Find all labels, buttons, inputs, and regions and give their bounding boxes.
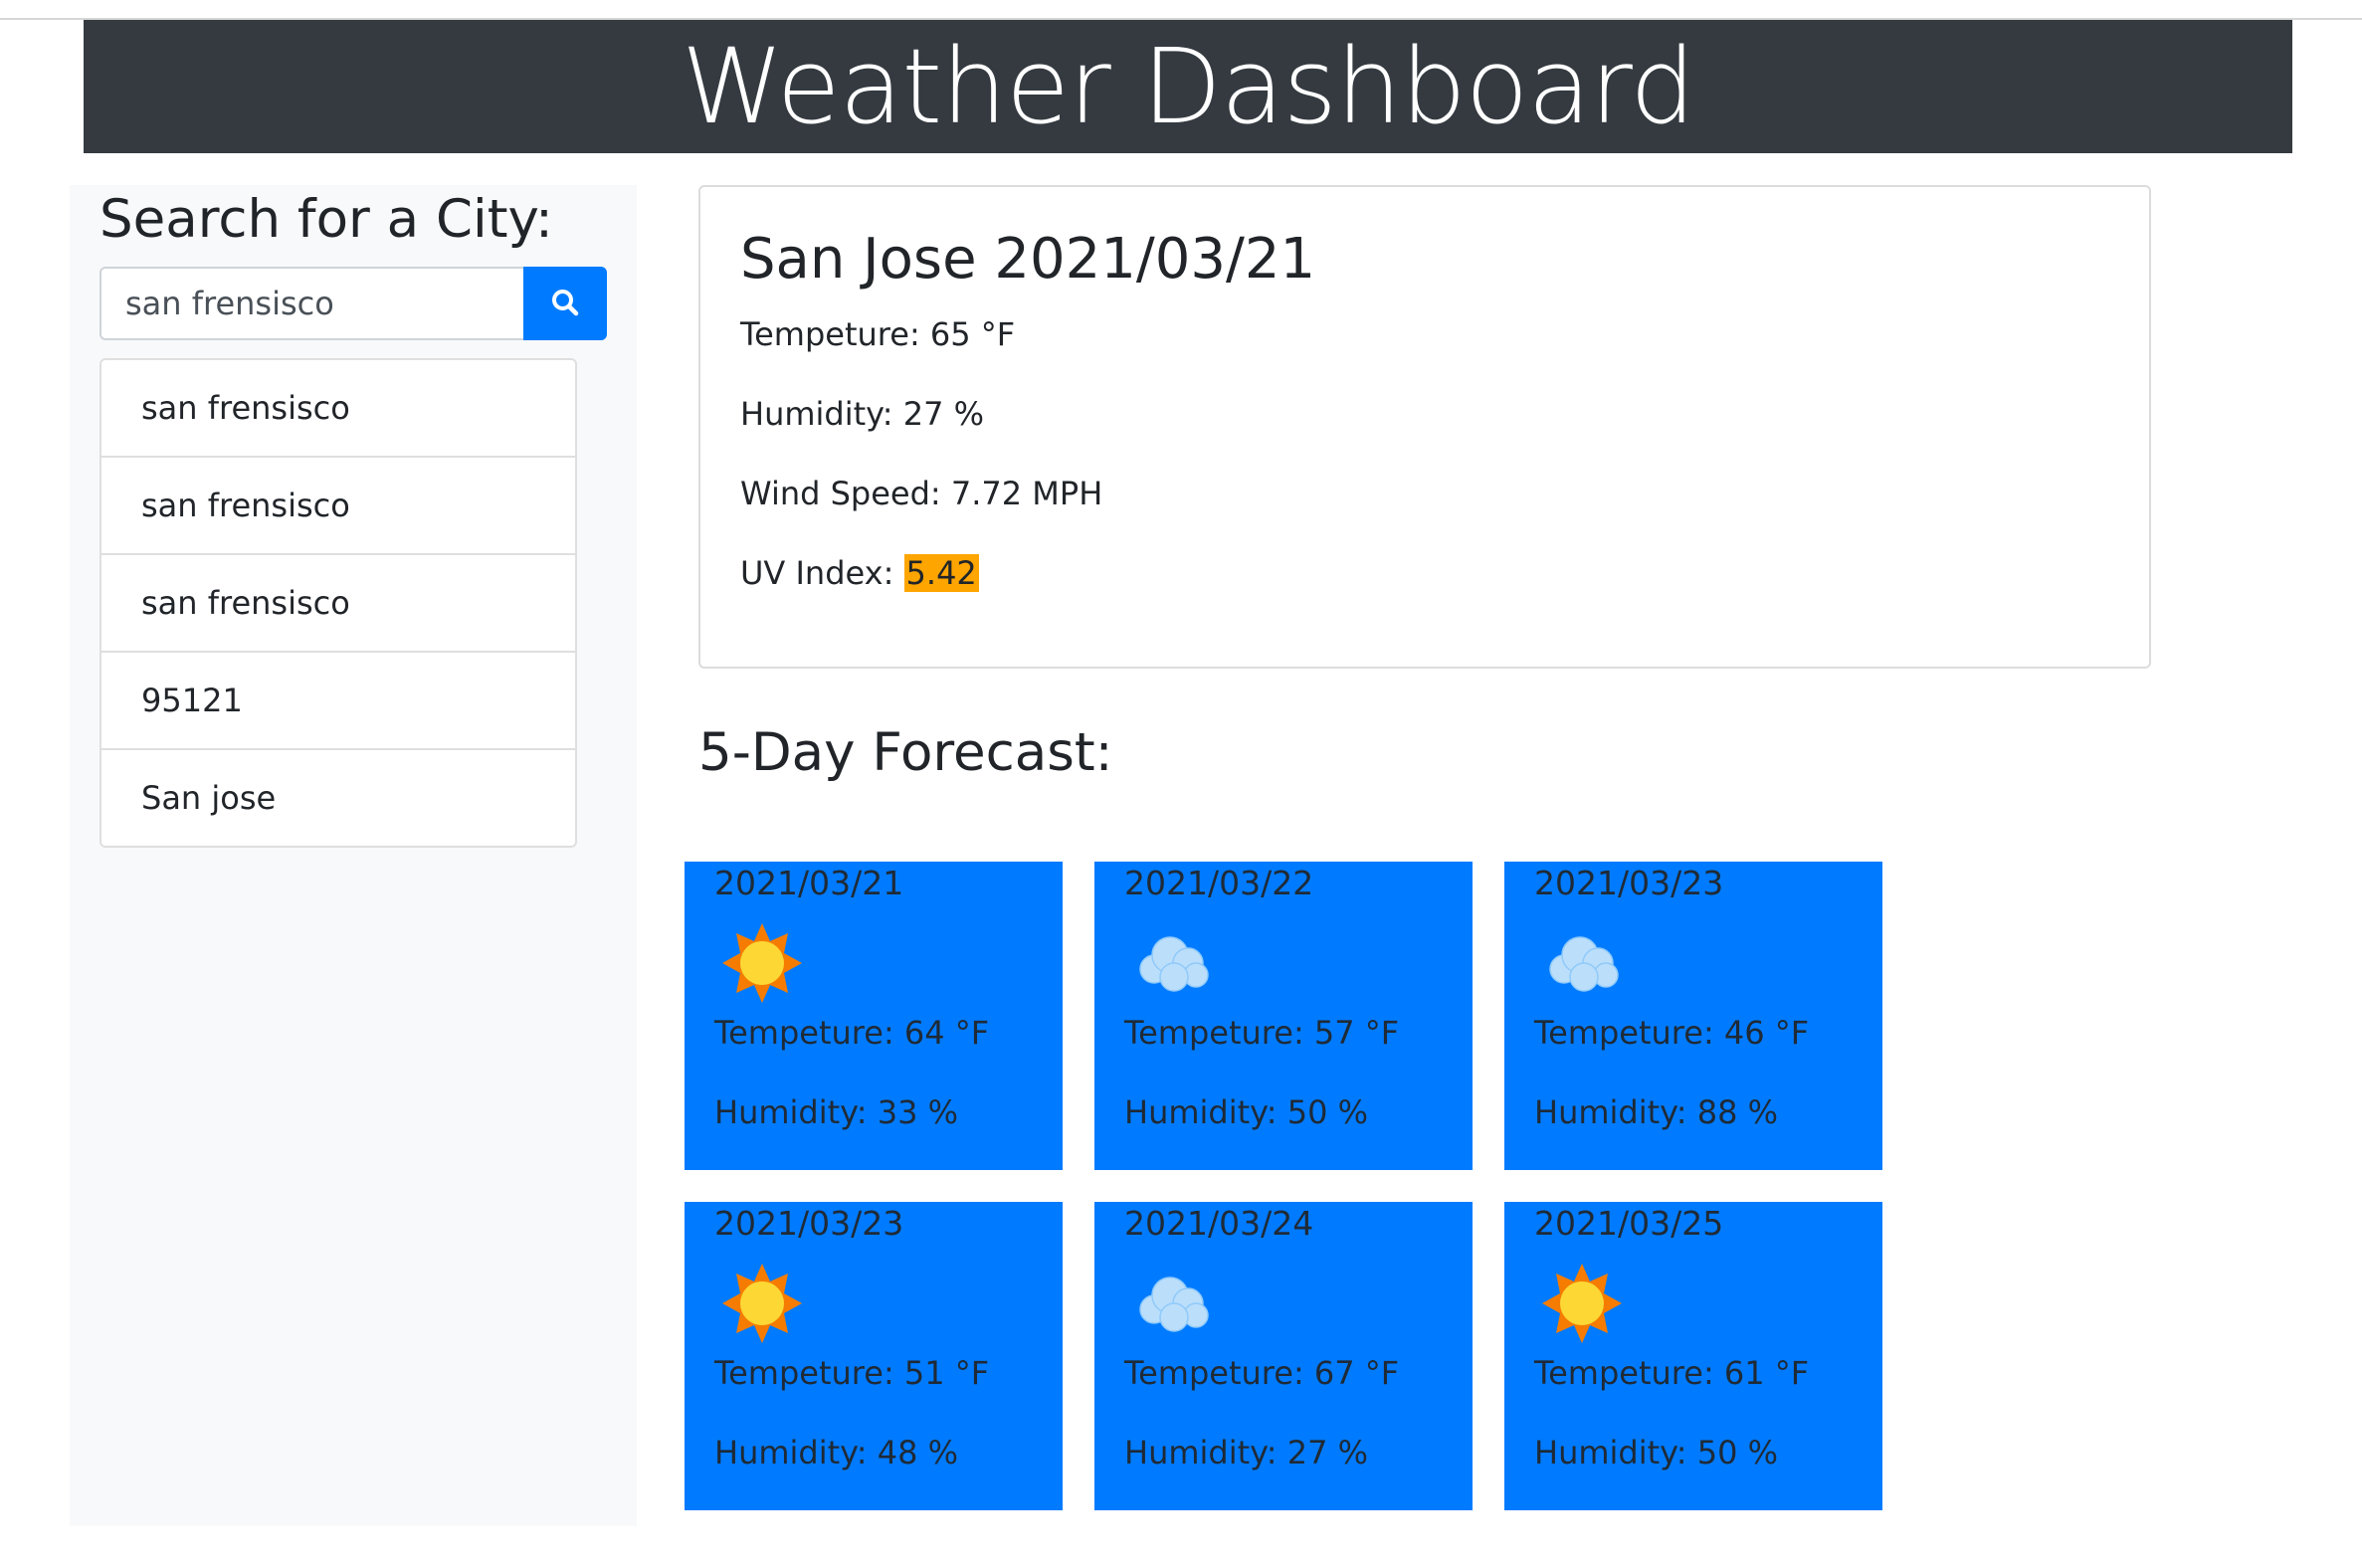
forecast-card: 2021/03/21 Tempeture: 64 °F Humidity: 33… xyxy=(685,862,1063,1170)
current-uv-index: UV Index: 5.42 xyxy=(740,553,979,593)
cloud-icon xyxy=(1540,921,1624,1005)
uv-label: UV Index: xyxy=(740,554,904,592)
forecast-card: 2021/03/22 Tempeture: 57 °F Humidity: 50… xyxy=(1094,862,1473,1170)
forecast-humidity: Humidity: 33 % xyxy=(714,1093,959,1131)
forecast-temperature: Tempeture: 67 °F xyxy=(1124,1354,1400,1392)
forecast-temperature: Tempeture: 46 °F xyxy=(1534,1014,1810,1052)
forecast-card: 2021/03/23 Tempeture: 46 °F Humidity: 88… xyxy=(1504,862,1882,1170)
current-humidity: Humidity: 27 % xyxy=(740,395,985,433)
forecast-card: 2021/03/24 Tempeture: 67 °F Humidity: 27… xyxy=(1094,1202,1473,1510)
forecast-date: 2021/03/23 xyxy=(1534,864,1724,902)
sun-icon xyxy=(720,1262,804,1345)
search-history-list: san frensisco san frensisco san frensisc… xyxy=(99,358,577,848)
forecast-humidity: Humidity: 27 % xyxy=(1124,1434,1369,1471)
forecast-date: 2021/03/25 xyxy=(1534,1204,1724,1243)
search-button[interactable] xyxy=(523,267,607,340)
forecast-date: 2021/03/24 xyxy=(1124,1204,1314,1243)
search-group xyxy=(99,267,607,340)
forecast-humidity: Humidity: 50 % xyxy=(1124,1093,1369,1131)
forecast-card: 2021/03/25 Tempeture: 61 °F Humidity: 50… xyxy=(1504,1202,1882,1510)
forecast-date: 2021/03/22 xyxy=(1124,864,1314,902)
forecast-temperature: Tempeture: 51 °F xyxy=(714,1354,990,1392)
search-sidebar: Search for a City: san frensisco san fre… xyxy=(70,185,637,1526)
sun-icon xyxy=(720,921,804,1005)
app-header: Weather Dashboard xyxy=(84,20,2292,153)
history-item[interactable]: san frensisco xyxy=(101,360,575,458)
forecast-humidity: Humidity: 50 % xyxy=(1534,1434,1779,1471)
history-item[interactable]: san frensisco xyxy=(101,458,575,555)
forecast-humidity: Humidity: 48 % xyxy=(714,1434,959,1471)
history-item[interactable]: San jose xyxy=(101,750,575,846)
search-icon xyxy=(550,288,580,320)
forecast-temperature: Tempeture: 64 °F xyxy=(714,1014,990,1052)
current-city-title: San Jose 2021/03/21 xyxy=(740,227,1316,292)
search-input[interactable] xyxy=(99,267,523,340)
page-title: Weather Dashboard xyxy=(681,26,1695,147)
forecast-humidity: Humidity: 88 % xyxy=(1534,1093,1779,1131)
current-weather-card: San Jose 2021/03/21 Tempeture: 65 °F Hum… xyxy=(698,185,2151,669)
current-temperature: Tempeture: 65 °F xyxy=(740,315,1016,353)
forecast-temperature: Tempeture: 57 °F xyxy=(1124,1014,1400,1052)
cloud-icon xyxy=(1130,1262,1214,1345)
forecast-temperature: Tempeture: 61 °F xyxy=(1534,1354,1810,1392)
cloud-icon xyxy=(1130,921,1214,1005)
search-title: Search for a City: xyxy=(99,189,553,250)
forecast-date: 2021/03/21 xyxy=(714,864,904,902)
forecast-title: 5-Day Forecast: xyxy=(698,722,1113,783)
history-item[interactable]: san frensisco xyxy=(101,555,575,653)
forecast-date: 2021/03/23 xyxy=(714,1204,904,1243)
sun-icon xyxy=(1540,1262,1624,1345)
history-item[interactable]: 95121 xyxy=(101,653,575,750)
current-wind-speed: Wind Speed: 7.72 MPH xyxy=(740,475,1103,512)
forecast-card: 2021/03/23 Tempeture: 51 °F Humidity: 48… xyxy=(685,1202,1063,1510)
uv-badge: 5.42 xyxy=(903,554,979,592)
